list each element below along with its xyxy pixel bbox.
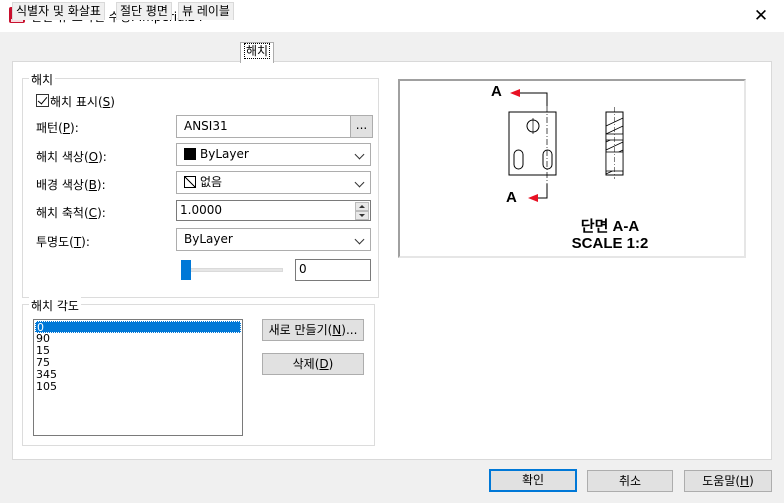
hatch-angle-group-title: 해치 각도: [29, 297, 81, 314]
tab-hatch-label: 해치: [244, 43, 271, 59]
spin-up-icon[interactable]: [355, 202, 369, 211]
pattern-browse-button[interactable]: ...: [350, 115, 373, 138]
tab-hatch[interactable]: 해치: [240, 42, 275, 63]
tab-cutting-plane[interactable]: 절단 평면: [116, 2, 172, 20]
list-item[interactable]: 105: [35, 381, 57, 393]
pattern-dropdown[interactable]: ANSI31: [176, 115, 371, 138]
transparency-slider-track[interactable]: [181, 268, 283, 272]
section-title-text: 단면 A-A: [580, 218, 640, 235]
new-angle-button[interactable]: 새로 만들기(N)...: [262, 319, 364, 341]
no-color-swatch-icon: [184, 176, 196, 188]
tab-identifiers-and-arrows[interactable]: 식별자 및 화살표: [12, 2, 105, 20]
ok-button[interactable]: 확인: [489, 469, 577, 492]
color-swatch-icon: [184, 148, 196, 160]
transparency-value-input[interactable]: 0: [295, 259, 371, 281]
show-hatch-label[interactable]: 해치 표시(S): [50, 93, 115, 110]
hatch-color-label: 해치 색상(O):: [36, 150, 107, 164]
hatch-scale-input[interactable]: 1.0000: [176, 200, 371, 221]
tab-panel: 해치 해치 표시(S) 패턴(P): ANSI31 ... 해치 색상(O): …: [12, 61, 772, 460]
section-scale-text: SCALE 1:2: [571, 235, 649, 252]
cancel-button[interactable]: 취소: [587, 470, 673, 492]
list-item[interactable]: 0: [35, 321, 241, 334]
background-color-label: 배경 색상(B):: [36, 178, 106, 192]
transparency-dropdown[interactable]: ByLayer: [176, 228, 371, 251]
hatch-angle-list[interactable]: 0 90 15 75 345 105: [33, 319, 243, 436]
transparency-label: 투명도(T):: [36, 235, 90, 249]
tab-view-label[interactable]: 뷰 레이블: [178, 2, 234, 20]
help-button[interactable]: 도움말(H): [684, 470, 772, 492]
hatch-scale-label: 해치 축척(C):: [36, 206, 106, 220]
transparency-slider-thumb[interactable]: [181, 260, 191, 280]
spin-down-icon[interactable]: [355, 211, 369, 220]
section-view-preview: A A 단면 A-A SCALE 1:2: [398, 79, 746, 258]
hatch-color-dropdown[interactable]: ByLayer: [176, 143, 371, 166]
show-hatch-checkbox[interactable]: [36, 94, 49, 107]
hatch-group-title: 해치: [29, 71, 56, 88]
section-label-a-bottom: A: [506, 189, 517, 206]
close-button[interactable]: ✕: [738, 0, 784, 32]
delete-angle-button[interactable]: 삭제(D): [262, 353, 364, 375]
section-label-a-top: A: [491, 83, 502, 100]
background-color-dropdown[interactable]: 없음: [176, 171, 371, 194]
pattern-label: 패턴(P):: [36, 121, 79, 135]
